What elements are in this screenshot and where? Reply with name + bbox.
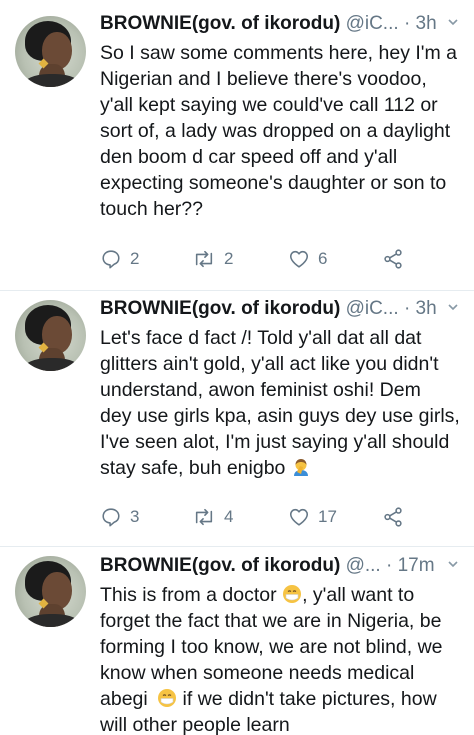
tweet-3[interactable]: BROWNIE(gov. of ikorodu) @... · 17m This… [0,547,474,735]
retweet-button[interactable]: 4 [192,505,233,529]
mask-emoji-icon [283,585,302,603]
retweet-button[interactable]: 2 [192,247,233,271]
user-handle[interactable]: @iC... [346,298,399,319]
timestamp[interactable]: · 3h [404,298,437,319]
chevron-down-icon[interactable] [448,302,458,312]
heart-icon [289,508,309,526]
tweet-actions: 2 2 6 [100,247,420,271]
chevron-down-icon[interactable] [448,17,458,27]
like-button[interactable]: 17 [288,505,337,529]
tweet-actions: 3 4 17 [100,505,420,529]
tweet-text: This is from a doctor , y'all want to fo… [100,584,443,735]
timestamp[interactable]: · 3h [404,13,437,34]
tweet-1[interactable]: BROWNIE(gov. of ikorodu) @iC... · 3h So … [0,0,474,290]
share-button[interactable] [382,505,404,529]
tweet-header: BROWNIE(gov. of ikorodu) @iC... · 3h [100,11,462,37]
user-handle[interactable]: @... [346,555,381,576]
display-name[interactable]: BROWNIE(gov. of ikorodu) [100,555,340,576]
avatar[interactable] [15,16,86,87]
share-icon [384,507,402,527]
chevron-down-icon[interactable] [448,559,458,569]
retweet-count: 4 [224,507,234,526]
tweet-text: Let's face d fact /! Told y'all dat all … [100,327,460,479]
like-count: 6 [318,249,328,268]
avatar[interactable] [15,556,86,627]
reply-icon [102,250,120,269]
reply-icon [102,508,120,527]
reply-count: 3 [130,507,140,526]
tweet-text: So I saw some comments here, hey I'm a N… [100,42,458,220]
timestamp[interactable]: · 17m [386,555,435,576]
reply-count: 2 [130,249,140,268]
retweet-count: 2 [224,249,234,268]
heart-icon [289,250,309,268]
display-name[interactable]: BROWNIE(gov. of ikorodu) [100,298,340,319]
user-handle[interactable]: @iC... [346,13,399,34]
display-name[interactable]: BROWNIE(gov. of ikorodu) [100,13,340,34]
share-button[interactable] [382,247,404,271]
facepalm-emoji-icon [293,459,308,476]
tweet-header: BROWNIE(gov. of ikorodu) @... · 17m [100,553,462,579]
retweet-icon [195,508,213,526]
mask-emoji-icon [158,689,177,707]
tweet-header: BROWNIE(gov. of ikorodu) @iC... · 3h [100,296,462,322]
tweet-2[interactable]: BROWNIE(gov. of ikorodu) @iC... · 3h Let… [0,291,474,546]
reply-button[interactable]: 3 [100,505,139,529]
share-icon [384,249,402,269]
avatar[interactable] [15,300,86,371]
retweet-icon [195,250,213,268]
like-count: 17 [318,507,337,526]
like-button[interactable]: 6 [288,247,327,271]
reply-button[interactable]: 2 [100,247,139,271]
